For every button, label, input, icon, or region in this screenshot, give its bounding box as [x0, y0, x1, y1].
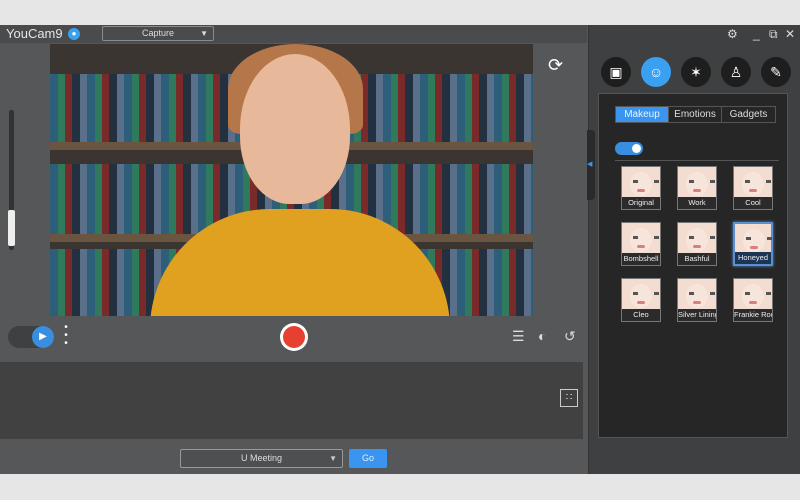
- chevron-down-icon: ▼: [329, 454, 337, 463]
- look-bashful[interactable]: Bashful: [677, 222, 717, 266]
- notification-bell-icon[interactable]: ●: [68, 28, 80, 40]
- look-cleo[interactable]: Cleo: [621, 278, 661, 322]
- camera-preview: [50, 44, 533, 316]
- look-original[interactable]: Original: [621, 166, 661, 210]
- go-button[interactable]: Go: [349, 449, 387, 468]
- makeup-panel: Makeup Emotions Gadgets Original Work Co…: [598, 93, 788, 438]
- category-bar: ▣ ☺ ✶ ♙ ✎: [601, 57, 791, 87]
- look-label: Cleo: [622, 309, 660, 321]
- makeup-looks-grid: Original Work Cool Bombshell Bashful Hon…: [621, 166, 773, 322]
- person-face: [240, 54, 350, 204]
- look-label: Honeyed: [735, 252, 771, 264]
- brightness-icon[interactable]: ◐: [538, 328, 546, 344]
- look-bombshell[interactable]: Bombshell: [621, 222, 661, 266]
- look-label: Bashful: [678, 253, 716, 265]
- mode-dropdown[interactable]: Capture ▼: [102, 26, 214, 41]
- effects-panel: ◀ ⚙ _ ⧉ ✕ ▣ ☺ ✶ ♙ ✎ Makeup Emotions Gadg…: [587, 25, 800, 474]
- tab-emotions[interactable]: Emotions: [669, 107, 722, 122]
- look-label: Frankie Roc: [734, 309, 772, 321]
- youcam-window: YouCam9 ● Capture ▼ ⟳ ▶ • • • ☰ ◐ ↺ ∷ U Mee…: [0, 25, 800, 474]
- media-strip: ∷: [0, 362, 583, 439]
- avatar-icon[interactable]: ♙: [721, 57, 751, 87]
- layers-icon[interactable]: ☰: [512, 328, 525, 345]
- grid-view-icon[interactable]: ∷: [560, 389, 578, 407]
- gear-icon[interactable]: ⚙: [727, 27, 738, 41]
- tab-gadgets[interactable]: Gadgets: [722, 107, 775, 122]
- look-label: Silver Lining: [678, 309, 716, 321]
- close-icon[interactable]: ✕: [785, 27, 795, 41]
- more-options-icon[interactable]: • • •: [62, 323, 70, 349]
- makeup-toggle[interactable]: [615, 142, 643, 155]
- video-camera-icon: ▶: [32, 326, 54, 348]
- look-cool[interactable]: Cool: [733, 166, 773, 210]
- mode-label: Capture: [141, 28, 175, 38]
- look-label: Original: [622, 197, 660, 209]
- capture-controls: ▶ • • • ☰ ◐ ↺: [0, 316, 587, 358]
- look-label: Cool: [734, 197, 772, 209]
- tab-makeup[interactable]: Makeup: [616, 107, 669, 122]
- frames-icon[interactable]: ▣: [601, 57, 631, 87]
- title-bar: YouCam9 ● Capture ▼: [0, 25, 587, 43]
- particles-icon[interactable]: ✶: [681, 57, 711, 87]
- record-button[interactable]: [280, 323, 308, 351]
- look-honeyed[interactable]: Honeyed: [733, 222, 773, 266]
- look-work[interactable]: Work: [677, 166, 717, 210]
- effect-tabs: Makeup Emotions Gadgets: [615, 106, 776, 123]
- photo-video-toggle[interactable]: ▶: [8, 326, 54, 348]
- app-title: YouCam9: [6, 26, 63, 41]
- divider: [615, 160, 779, 161]
- collapse-panel-button[interactable]: ◀: [587, 130, 595, 200]
- look-label: Bombshell: [622, 253, 660, 265]
- chevron-down-icon: ▼: [200, 29, 208, 38]
- face-effects-icon[interactable]: ☺: [641, 57, 671, 87]
- brush-icon[interactable]: ✎: [761, 57, 791, 87]
- meeting-app-label: U Meeting: [240, 453, 283, 463]
- slider-thumb[interactable]: [8, 210, 15, 246]
- meeting-app-dropdown[interactable]: U Meeting ▼: [180, 449, 343, 468]
- look-label: Work: [678, 197, 716, 209]
- look-frankie-roc[interactable]: Frankie Roc: [733, 278, 773, 322]
- rotate-360-icon[interactable]: ⟳: [548, 55, 563, 76]
- look-silver-lining[interactable]: Silver Lining: [677, 278, 717, 322]
- zoom-slider[interactable]: [8, 110, 15, 250]
- minimize-icon[interactable]: _: [753, 27, 760, 41]
- undo-icon[interactable]: ↺: [564, 328, 576, 345]
- restore-icon[interactable]: ⧉: [769, 27, 778, 42]
